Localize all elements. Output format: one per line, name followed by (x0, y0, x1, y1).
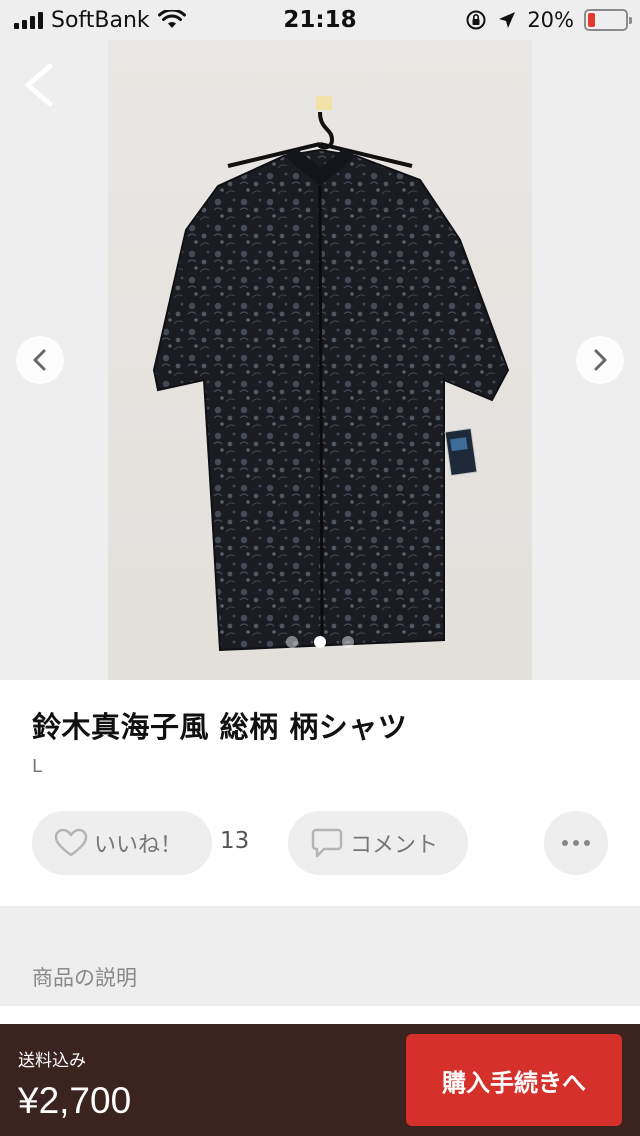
page-indicator[interactable] (0, 636, 640, 648)
page-dot[interactable] (286, 636, 298, 648)
more-icon-dot (584, 840, 590, 846)
location-icon (499, 12, 516, 28)
description-heading: 商品の説明 (32, 966, 137, 990)
product-info: 鈴木真海子風 総柄 柄シャツ L いいね！ 13 コメント (0, 680, 640, 906)
back-button[interactable] (18, 60, 62, 110)
product-title: 鈴木真海子風 総柄 柄シャツ (32, 710, 408, 744)
comment-button[interactable]: コメント (288, 811, 468, 875)
chevron-left-icon (33, 349, 46, 371)
purchase-bar: 送料込み ¥2,700 購入手続きへ (0, 1024, 640, 1136)
status-bar: SoftBank 21:18 20% (0, 0, 640, 40)
battery-icon (584, 9, 632, 31)
previous-image-button[interactable] (16, 336, 64, 384)
page-dot[interactable] (342, 636, 354, 648)
shirt-illustration (152, 96, 510, 652)
heart-icon (54, 828, 88, 857)
description-body (0, 1006, 640, 1024)
more-icon-dot (573, 840, 579, 846)
more-options-button[interactable] (544, 811, 608, 875)
buy-button[interactable]: 購入手続きへ (406, 1034, 622, 1126)
photo-gallery[interactable] (0, 40, 640, 680)
next-image-button[interactable] (576, 336, 624, 384)
comment-icon (311, 828, 343, 858)
product-size: L (32, 756, 43, 777)
status-right: 20% (465, 8, 632, 32)
like-count: 13 (220, 828, 250, 854)
comment-label: コメント (350, 833, 439, 858)
page-dot[interactable] (314, 636, 326, 648)
orientation-lock-icon (466, 10, 486, 30)
battery-tip (629, 17, 632, 24)
battery-level (588, 13, 595, 27)
chevron-right-icon (594, 349, 607, 371)
battery-percent: 20% (527, 8, 574, 32)
more-icon (562, 840, 568, 846)
like-label: いいね！ (94, 833, 183, 858)
price: ¥2,700 (18, 1080, 132, 1121)
description-section: 商品の説明 (0, 906, 640, 1006)
back-chevron-icon (25, 63, 53, 107)
product-photo[interactable] (108, 40, 532, 680)
like-button[interactable]: いいね！ (32, 811, 212, 875)
shipping-label: 送料込み (18, 1051, 86, 1071)
